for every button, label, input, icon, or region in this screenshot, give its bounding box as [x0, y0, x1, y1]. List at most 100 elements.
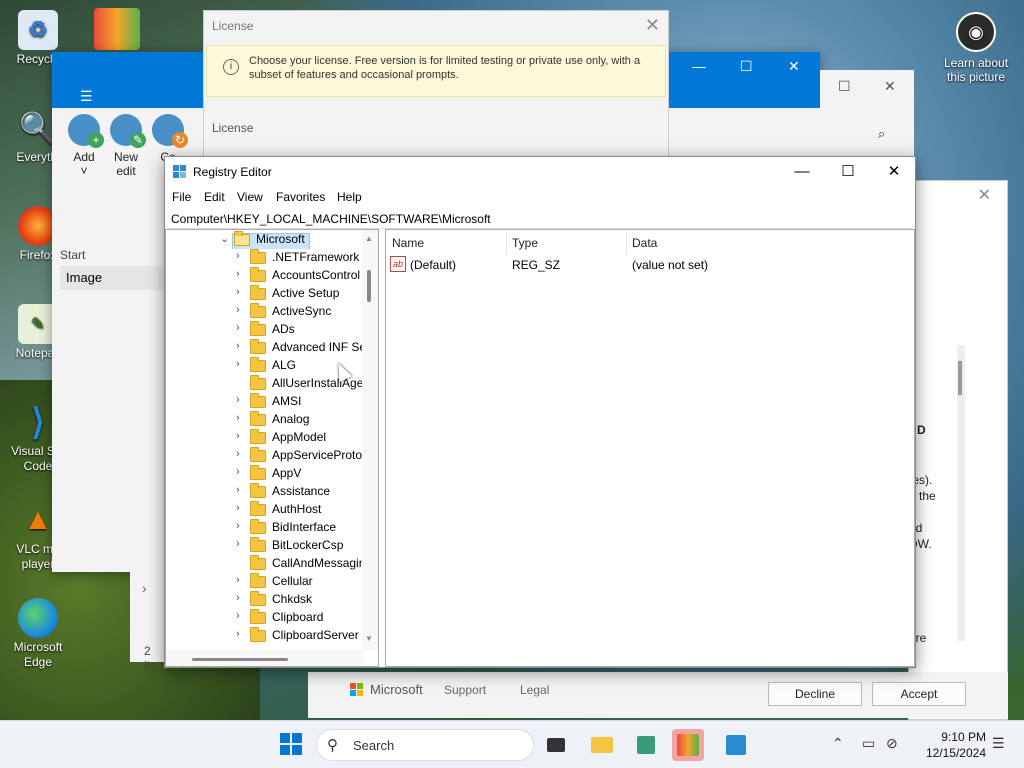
chevron-right-icon[interactable]: ›: [236, 358, 240, 370]
chevron-right-icon[interactable]: ›: [236, 448, 240, 460]
tree-item[interactable]: AllUserInstallAger: [166, 375, 362, 393]
minimize-icon[interactable]: —: [692, 58, 706, 74]
tree-item[interactable]: › BidInterface: [166, 519, 362, 537]
tree-item-selected[interactable]: ⌄ Microsoft: [166, 231, 362, 249]
tree-item[interactable]: › Clipboard: [166, 609, 362, 627]
tree-item[interactable]: › ADs: [166, 321, 362, 339]
address-bar[interactable]: Computer\HKEY_LOCAL_MACHINE\SOFTWARE\Mic…: [167, 209, 913, 229]
chevron-right-icon[interactable]: ›: [236, 304, 240, 316]
chevron-right-icon[interactable]: ›: [236, 340, 240, 352]
menu-favorites[interactable]: Favorites: [276, 190, 325, 204]
decline-button[interactable]: Decline: [768, 682, 862, 706]
hamburger-menu-icon[interactable]: ☰: [80, 88, 93, 105]
chevron-right-icon[interactable]: ›: [236, 574, 240, 586]
tree-item[interactable]: › Cellular: [166, 573, 362, 591]
taskbar-search[interactable]: ⚲ Search: [316, 729, 534, 761]
learn-about-picture[interactable]: ◉ Learn about this picture: [938, 12, 1014, 84]
chevron-right-icon[interactable]: ›: [236, 502, 240, 514]
support-link[interactable]: Support: [444, 683, 486, 697]
close-icon[interactable]: ✕: [884, 78, 896, 95]
chevron-right-icon[interactable]: ›: [236, 394, 240, 406]
menu-help[interactable]: Help: [337, 190, 362, 204]
column-data[interactable]: Data: [632, 236, 657, 250]
chevron-right-icon[interactable]: ›: [236, 628, 240, 640]
tree-vertical-scrollbar[interactable]: ▲ ▼: [362, 230, 378, 650]
chevron-right-icon[interactable]: ›: [236, 466, 240, 478]
menu-file[interactable]: File: [172, 190, 191, 204]
close-icon[interactable]: ✕: [645, 15, 660, 36]
chevron-right-icon[interactable]: ›: [236, 286, 240, 298]
chevron-right-icon[interactable]: ›: [236, 430, 240, 442]
chevron-down-icon[interactable]: ⌄: [220, 232, 229, 245]
chevron-right-icon[interactable]: ›: [142, 580, 147, 596]
chevron-right-icon[interactable]: ›: [236, 412, 240, 424]
display-icon[interactable]: ▭: [862, 735, 875, 752]
tree-item[interactable]: › ActiveSync: [166, 303, 362, 321]
tree-item[interactable]: › AppV: [166, 465, 362, 483]
registry-editor-taskbar-icon[interactable]: [720, 729, 752, 761]
tree-horizontal-scrollbar[interactable]: [166, 650, 364, 666]
tree-item-label: BitLockerCsp: [272, 538, 344, 552]
accept-button[interactable]: Accept: [872, 682, 966, 706]
key-tree-pane[interactable]: ⌄ Microsoft › .NETFramework › AccountsContr…: [165, 229, 379, 667]
tree-item[interactable]: › Advanced INF Set: [166, 339, 362, 357]
close-icon[interactable]: ✕: [788, 58, 800, 75]
title-bar[interactable]: Registry Editor — ☐ ✕: [165, 157, 915, 187]
tree-item[interactable]: › AccountsControl: [166, 267, 362, 285]
column-name[interactable]: Name: [392, 236, 424, 250]
license-footer: Microsoft Support Legal Decline Accept: [308, 672, 1008, 718]
tree-item[interactable]: › Assistance: [166, 483, 362, 501]
tree-item[interactable]: › ClipboardServer: [166, 627, 362, 645]
new-edit-button[interactable]: ✎ New edit: [106, 114, 146, 178]
start-button[interactable]: [280, 733, 302, 755]
maximize-button[interactable]: ☐: [825, 161, 871, 183]
maximize-icon[interactable]: ☐: [838, 78, 851, 95]
maximize-icon[interactable]: ☐: [740, 58, 753, 75]
chevron-right-icon[interactable]: ›: [236, 250, 240, 262]
close-button[interactable]: ✕: [871, 161, 917, 183]
chevron-right-icon[interactable]: ›: [236, 322, 240, 334]
search-icon[interactable]: ⌕: [878, 126, 885, 142]
tree-item[interactable]: › AuthHost: [166, 501, 362, 519]
task-view-icon[interactable]: [540, 729, 572, 761]
image-row[interactable]: Image: [60, 266, 164, 290]
close-icon[interactable]: ✕: [978, 185, 991, 205]
chevron-right-icon[interactable]: ›: [236, 592, 240, 604]
volume-muted-icon[interactable]: ⊘: [886, 735, 898, 752]
add-icon: +: [68, 114, 104, 148]
scrollbar[interactable]: [957, 345, 965, 641]
value-name[interactable]: (Default): [410, 258, 456, 272]
chevron-right-icon[interactable]: ›: [236, 520, 240, 532]
folder-icon: [250, 339, 266, 354]
menu-view[interactable]: View: [237, 190, 263, 204]
add-button[interactable]: + Add ˅: [64, 114, 104, 178]
file-explorer-icon[interactable]: [586, 729, 618, 761]
scroll-up-icon[interactable]: ▲: [365, 234, 373, 243]
scroll-down-icon[interactable]: ▼: [365, 634, 373, 643]
tree-item[interactable]: › BitLockerCsp: [166, 537, 362, 555]
menu-edit[interactable]: Edit: [204, 190, 225, 204]
legal-link[interactable]: Legal: [520, 683, 549, 697]
tree-item[interactable]: › AppServiceProtoc: [166, 447, 362, 465]
tree-item[interactable]: › AppModel: [166, 429, 362, 447]
column-type[interactable]: Type: [512, 236, 538, 250]
active-app-icon[interactable]: [672, 729, 704, 761]
desktop-icon-edge[interactable]: Microsoft Edge: [2, 598, 74, 670]
app-shortcut-icon[interactable]: [94, 8, 140, 50]
notifications-icon[interactable]: ☰: [992, 735, 1005, 752]
tree-item[interactable]: CallAndMessagin: [166, 555, 362, 573]
chevron-up-icon[interactable]: ⌃: [832, 735, 844, 752]
tree-item[interactable]: › .NETFramework: [166, 249, 362, 267]
chevron-right-icon[interactable]: ›: [236, 610, 240, 622]
tree-item[interactable]: › Chkdsk: [166, 591, 362, 609]
tree-item[interactable]: › Active Setup: [166, 285, 362, 303]
tree-item[interactable]: › Analog: [166, 411, 362, 429]
minimize-button[interactable]: —: [779, 161, 825, 183]
notepad-taskbar-icon[interactable]: [630, 729, 662, 761]
values-pane[interactable]: Name Type Data ab (Default) REG_SZ (valu…: [385, 229, 915, 667]
clock[interactable]: 9:10 PM 12/15/2024: [912, 729, 986, 761]
tree-item[interactable]: › AMSI: [166, 393, 362, 411]
chevron-right-icon[interactable]: ›: [236, 268, 240, 280]
chevron-right-icon[interactable]: ›: [236, 484, 240, 496]
chevron-right-icon[interactable]: ›: [236, 538, 240, 550]
